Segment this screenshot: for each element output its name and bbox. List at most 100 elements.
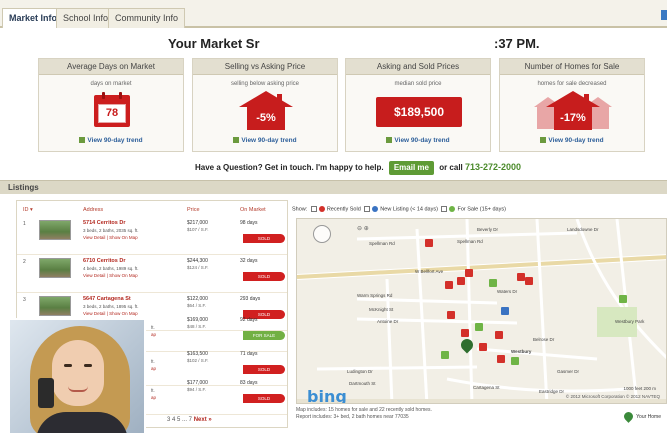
sold-pin[interactable] <box>479 343 487 351</box>
question-text: Have a Question? Get in touch. I'm happy… <box>195 163 384 172</box>
detail-links[interactable]: ap <box>151 395 156 400</box>
price: $169,000 <box>187 317 208 323</box>
trend-link[interactable]: View 90-day trend <box>500 137 644 144</box>
street-label: Dartmouth St <box>349 381 376 386</box>
chart-icon <box>79 137 86 144</box>
tab-bar: Market Info School Info Community Info <box>0 0 667 28</box>
sold-pin[interactable] <box>457 277 465 285</box>
recently-sold-checkbox[interactable] <box>310 206 317 212</box>
card-subtitle: median sold price <box>394 81 442 87</box>
col-address[interactable]: Address <box>83 207 103 213</box>
col-on-market[interactable]: On Market <box>240 207 266 213</box>
card-subtitle: homes for sale decreased <box>537 81 607 87</box>
filter-label: New Listing (< 14 days) <box>380 206 438 213</box>
green-dot-icon <box>449 206 456 212</box>
sold-pin[interactable] <box>517 273 525 281</box>
sold-pin[interactable] <box>495 331 503 339</box>
listings-title: Listings <box>8 183 39 192</box>
selling-value: -5% <box>247 106 285 130</box>
row-number: 3 <box>23 297 26 303</box>
street-label: Beverly Dr <box>477 227 499 232</box>
map-note-line: Report includes: 3+ bed, 2 bath homes ne… <box>296 414 409 420</box>
for-sale-pin[interactable] <box>511 357 519 365</box>
email-me-button[interactable]: Email me <box>388 161 434 175</box>
row-number: 2 <box>23 259 26 265</box>
contact-line: Have a Question? Get in touch. I'm happy… <box>195 160 521 175</box>
sold-pin[interactable] <box>425 239 433 247</box>
price: $122,000 <box>187 296 208 302</box>
address-link[interactable]: 5714 Cerritos Dr <box>83 220 126 226</box>
detail-links[interactable]: View Detail | Show On Map <box>83 273 138 278</box>
new-listing-checkbox[interactable] <box>364 206 371 212</box>
map-pan-control[interactable] <box>313 225 331 243</box>
address-link[interactable]: 6710 Cerritos Dr <box>83 258 126 264</box>
tab-school-info[interactable]: School Info <box>56 8 116 28</box>
days-on-market: 98 days <box>240 220 258 226</box>
days-on-market: 83 days <box>240 380 258 386</box>
detail-links[interactable]: ap <box>151 332 156 337</box>
title-left: Your Market Sr <box>168 36 260 51</box>
street-label: Cartagena St <box>473 385 500 390</box>
price: $217,000 <box>187 220 208 226</box>
page-numbers[interactable]: 3 4 5 ... 7 <box>167 417 192 423</box>
neighborhood-label: Westbury <box>511 349 532 354</box>
sold-pin[interactable] <box>497 355 505 363</box>
price-per-sqft: $64 / S.F. <box>187 303 207 308</box>
sold-pin[interactable] <box>445 281 453 289</box>
table-header: ID ▾ Address Price On Market <box>17 205 287 215</box>
house-icon: -5% <box>239 91 293 133</box>
house-photo[interactable] <box>39 220 71 240</box>
days-on-market: 92 days <box>240 317 258 323</box>
next-page-link[interactable]: Next » <box>194 417 212 423</box>
col-id[interactable]: ID ▾ <box>23 207 33 213</box>
address-link[interactable]: 5647 Cartagena St <box>83 296 131 302</box>
phone-link[interactable]: 713-272-2000 <box>465 162 521 172</box>
street-label: Belrose Dr <box>533 337 555 342</box>
house-photo[interactable] <box>39 258 71 278</box>
sold-pin[interactable] <box>447 311 455 319</box>
sold-pin[interactable] <box>465 269 473 277</box>
map-note-line: Map includes: 15 homes for sale and 22 r… <box>296 407 432 413</box>
home-details: 3 beds, 2 baths, 2035 sq. ft. <box>83 228 139 233</box>
table-row[interactable]: 2 6710 Cerritos Dr 4 beds, 2 baths, 1989… <box>17 255 287 293</box>
red-dot-icon <box>318 206 325 212</box>
for-sale-pin[interactable] <box>489 279 497 287</box>
chart-icon <box>540 137 547 144</box>
tab-market-info[interactable]: Market Info <box>2 8 65 28</box>
trend-link[interactable]: View 90-day trend <box>39 137 183 144</box>
house-photo[interactable] <box>39 296 71 316</box>
trend-link[interactable]: View 90-day trend <box>193 137 337 144</box>
sold-pin[interactable] <box>525 277 533 285</box>
status-badge: SOLD <box>243 365 285 374</box>
trend-label: View 90-day trend <box>548 137 604 144</box>
pagination[interactable]: 3 4 5 ... 7 Next » <box>167 417 212 423</box>
for-sale-pin[interactable] <box>475 323 483 331</box>
street-label: W Bellfort Ave <box>415 269 444 274</box>
for-sale-pin[interactable] <box>619 295 627 303</box>
card-title: Number of Homes for Sale <box>500 59 644 75</box>
bing-logo: bing <box>307 387 347 404</box>
col-price[interactable]: Price <box>187 207 200 213</box>
trend-label: View 90-day trend <box>241 137 297 144</box>
table-row[interactable]: 1 5714 Cerritos Dr 3 beds, 2 baths, 2035… <box>17 217 287 255</box>
map-view[interactable]: ⊖ ⊕ W Bellfort Ave Spellman Rd Beverly D… <box>296 218 667 404</box>
street-label: Ludington Dr <box>347 369 373 374</box>
map-zoom-control[interactable]: ⊖ ⊕ <box>357 225 373 233</box>
new-listing-pin[interactable] <box>501 307 509 315</box>
price-per-sqft: $124 / S.F. <box>187 265 209 270</box>
trend-label: View 90-day trend <box>394 137 450 144</box>
show-label: Show: <box>292 206 308 213</box>
detail-links[interactable]: ap <box>151 366 156 371</box>
price-per-sqft: $102 / S.F. <box>187 358 209 363</box>
detail-links[interactable]: View Detail | Show On Map <box>83 235 138 240</box>
map-note: Map includes: 15 homes for sale and 22 r… <box>296 407 432 421</box>
status-badge: SOLD <box>243 234 285 243</box>
card-subtitle: selling below asking price <box>230 81 300 87</box>
street-label: Gasmer Dr <box>557 369 580 374</box>
trend-link[interactable]: View 90-day trend <box>346 137 490 144</box>
sold-pin[interactable] <box>461 329 469 337</box>
card-selling-vs-asking: Selling vs Asking Price selling below as… <box>192 58 338 152</box>
for-sale-pin[interactable] <box>441 351 449 359</box>
tab-community-info[interactable]: Community Info <box>108 8 186 28</box>
for-sale-checkbox[interactable] <box>441 206 448 212</box>
